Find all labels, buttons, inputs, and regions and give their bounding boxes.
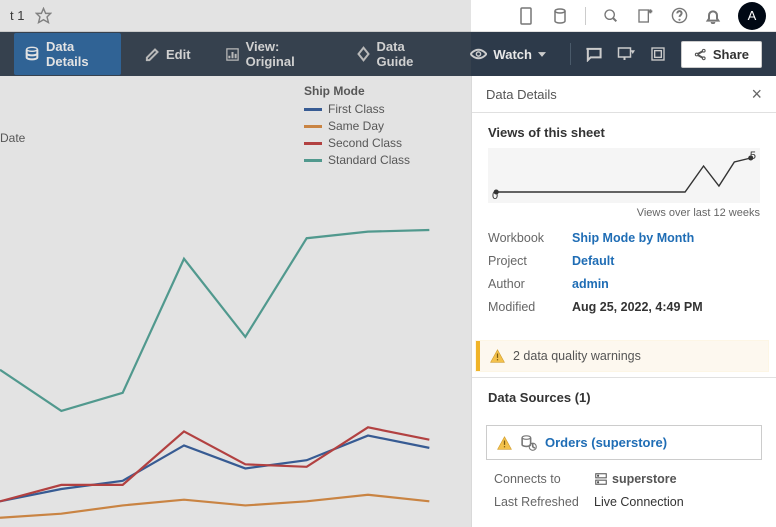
spark-min: 0 (492, 190, 498, 202)
share-button[interactable]: Share (681, 41, 762, 68)
edit-button[interactable]: Edit (135, 41, 201, 68)
data-guide-button[interactable]: Data Guide (346, 33, 447, 75)
panel-title: Data Details (486, 87, 557, 102)
spark-max: 5 (750, 150, 756, 162)
modified-value: Aug 25, 2022, 4:49 PM (572, 300, 703, 314)
connects-label: Connects to (494, 472, 594, 486)
top-right: A (517, 2, 766, 30)
legend-label: Second Class (328, 136, 402, 150)
swatch (304, 125, 322, 128)
author-label: Author (488, 277, 572, 291)
project-link[interactable]: Default (572, 254, 614, 268)
refreshed-value: Live Connection (594, 495, 684, 509)
data-source-item[interactable]: Orders (superstore) (486, 425, 762, 460)
toolbar: Data Details Edit View: Original Data Gu… (0, 32, 776, 76)
help-icon[interactable] (670, 7, 688, 25)
connects-value: superstore (594, 472, 677, 486)
bell-icon[interactable] (704, 7, 722, 25)
watch-button[interactable]: Watch (460, 41, 556, 68)
view-original-button[interactable]: View: Original (215, 33, 332, 75)
star-icon[interactable] (34, 7, 52, 25)
search-icon[interactable] (602, 7, 620, 25)
data-details-panel: Data Details × Views of this sheet 5 0 V… (471, 76, 776, 527)
legend-item[interactable]: Same Day (304, 119, 410, 133)
fullscreen-icon[interactable] (649, 45, 667, 63)
server-icon (594, 472, 608, 486)
sparkline (488, 148, 760, 203)
warning-bar[interactable]: 2 data quality warnings (476, 341, 768, 371)
device-icon[interactable] (517, 7, 535, 25)
new-icon[interactable] (636, 7, 654, 25)
chart-zone: Date Ship Mode First Class Same Day Second… (0, 76, 471, 527)
views-title: Views of this sheet (488, 125, 760, 140)
swatch (304, 108, 322, 111)
refreshed-label: Last Refreshed (494, 495, 594, 509)
main-area: Date Ship Mode First Class Same Day Second… (0, 76, 776, 527)
data-source-link[interactable]: Orders (superstore) (545, 435, 667, 450)
data-sources-title: Data Sources (1) (488, 390, 760, 405)
views-caption: Views over last 12 weeks (488, 207, 760, 219)
top-bar: t 1 A (0, 0, 776, 32)
workbook-title-fragment: t 1 (10, 8, 24, 23)
workbook-link[interactable]: Ship Mode by Month (572, 231, 694, 245)
legend-title: Ship Mode (304, 84, 410, 98)
chevron-down-icon (538, 52, 546, 57)
avatar[interactable]: A (738, 2, 766, 30)
datasource-icon (520, 434, 537, 451)
workbook-label: Workbook (488, 231, 572, 245)
modified-label: Modified (488, 300, 572, 314)
legend-item[interactable]: Second Class (304, 136, 410, 150)
data-details-button[interactable]: Data Details (14, 33, 121, 75)
sparkline-box: 5 0 (488, 148, 760, 203)
database-icon[interactable] (551, 7, 569, 25)
separator (570, 43, 571, 65)
divider (472, 377, 776, 378)
close-icon[interactable]: × (751, 85, 762, 103)
top-left: t 1 (10, 7, 52, 25)
warning-icon (490, 349, 505, 363)
project-label: Project (488, 254, 572, 268)
separator (585, 7, 586, 25)
download-icon[interactable] (617, 45, 635, 63)
panel-header: Data Details × (472, 76, 776, 113)
warning-icon (497, 436, 512, 450)
x-axis-label: Date (0, 131, 25, 145)
comments-icon[interactable] (585, 45, 603, 63)
legend-item[interactable]: First Class (304, 102, 410, 116)
author-link[interactable]: admin (572, 277, 609, 291)
legend-label: First Class (328, 102, 385, 116)
legend-label: Same Day (328, 119, 384, 133)
line-chart (0, 156, 460, 526)
warning-text: 2 data quality warnings (513, 349, 641, 363)
swatch (304, 142, 322, 145)
